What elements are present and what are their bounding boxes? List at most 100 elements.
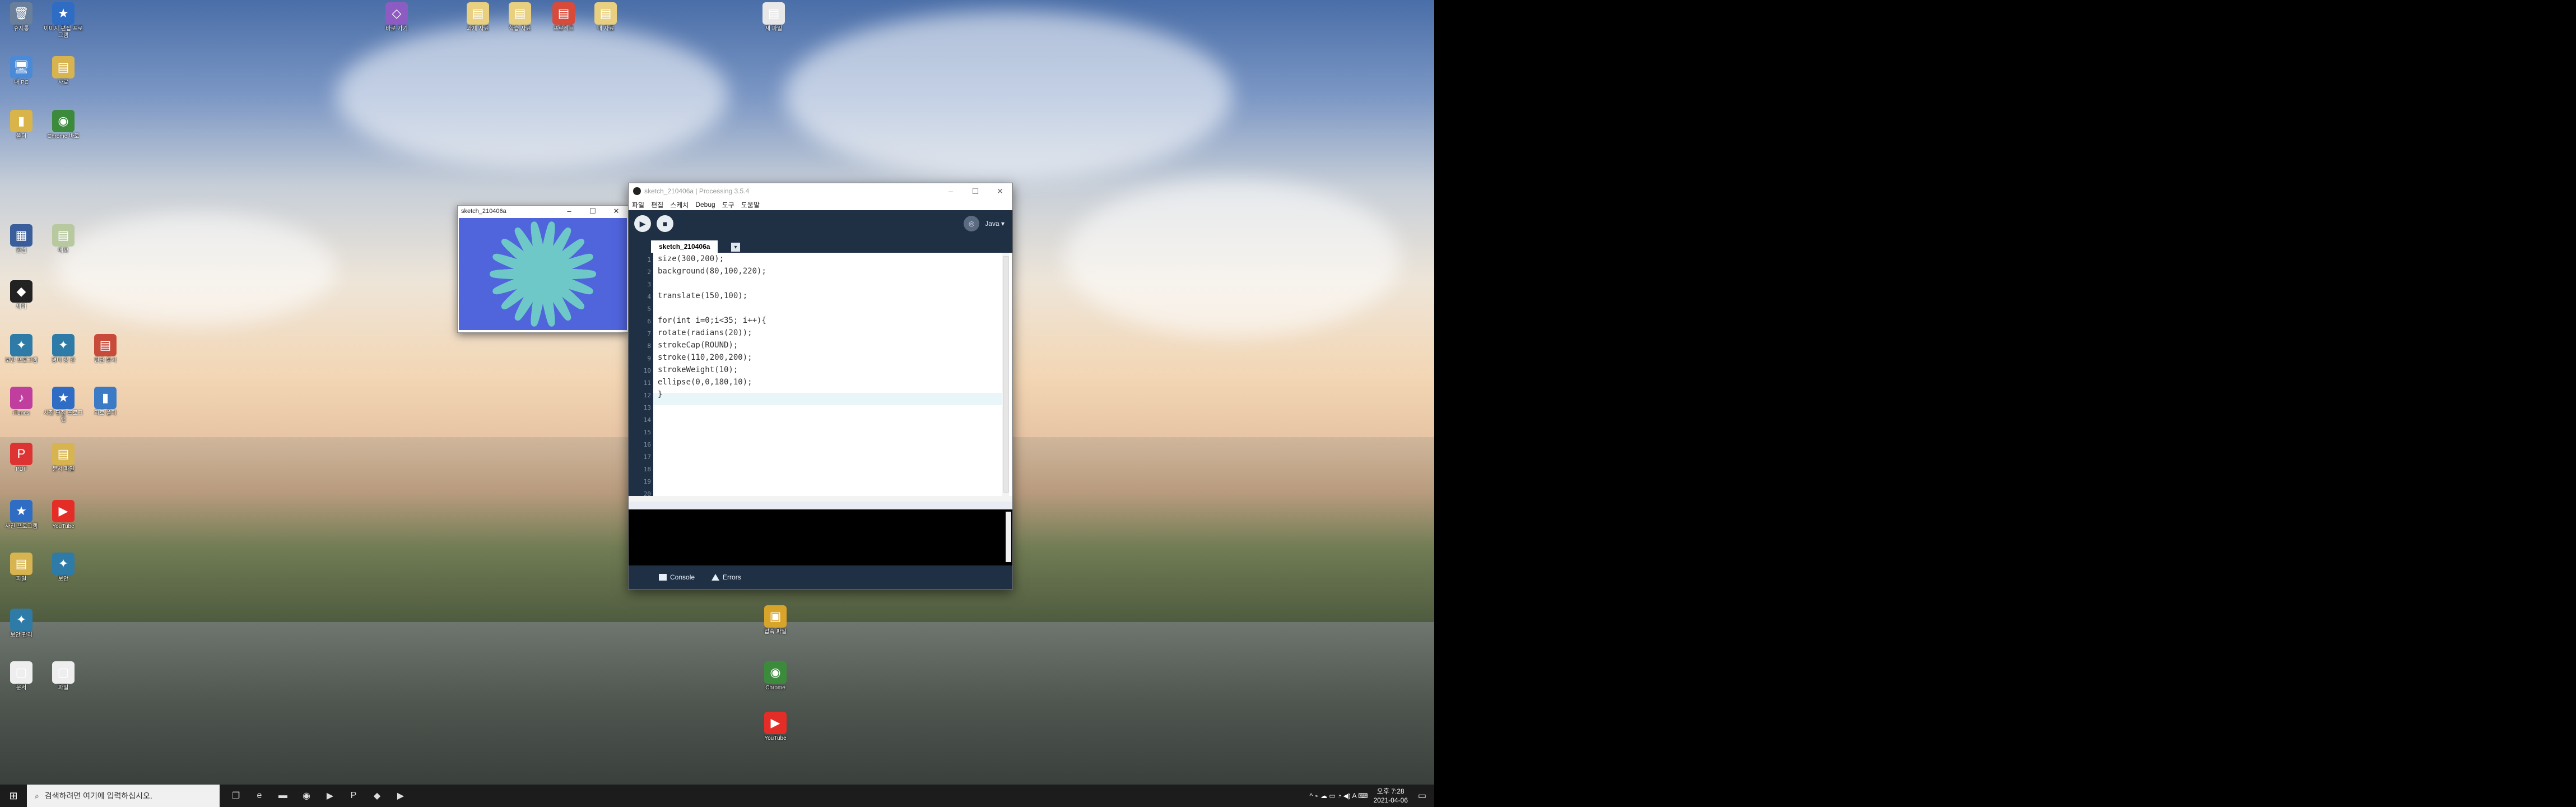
desktop-icon[interactable]: ★ 사진 프로그램 (0, 500, 43, 530)
sketch-window-titlebar[interactable]: sketch_210406a – ☐ ✕ (458, 206, 628, 217)
desktop-icon[interactable]: ▤ 학습 자료 (499, 2, 541, 33)
code-editor[interactable]: 1 2 3 4 5 6 7 8 9 10 11 12 13 14 15 16 17 18 19 20 size(300… (629, 253, 1012, 502)
desktop-icon[interactable]: ▶ YouTube (42, 500, 85, 530)
menu-tools[interactable]: 도구 (722, 200, 734, 210)
desktop-icon[interactable]: ▤ 내 자료 (584, 2, 627, 33)
desktop-icon[interactable]: ▤ 프로젝트 (542, 2, 585, 33)
desktop-icon[interactable]: ▤ 메모 (42, 224, 85, 254)
desktop-icon[interactable]: ◆ 제이 (0, 280, 43, 310)
desktop-icon[interactable]: ▤ 한글 문서 (84, 334, 127, 364)
clock[interactable]: 오후 7:28 2021-04-06 (1373, 787, 1407, 805)
sketch-output-window[interactable]: sketch_210406a – ☐ ✕ (457, 205, 629, 333)
tray-icons[interactable]: ^ ⌁ ☁ ▭ ◔ ◀) A ⌨ (1309, 792, 1368, 800)
desktop-icon[interactable]: ◇ 바로 가기 (375, 2, 418, 33)
desktop-icon[interactable]: ▢ 파일 (42, 661, 85, 692)
mode-selector[interactable]: Java ▾ (985, 220, 1005, 228)
processing-icon[interactable]: ▶ (392, 787, 409, 804)
ide-titlebar[interactable]: sketch_210406a | Processing 3.5.4 – ☐ ✕ (629, 183, 1012, 199)
edge-icon[interactable]: e (251, 787, 268, 804)
start-button[interactable]: ⊞ (0, 785, 27, 807)
notification-icon[interactable]: ▭ (1413, 790, 1431, 801)
code-line[interactable]: translate(150,100); (658, 290, 747, 302)
menu-edit[interactable]: 편집 (651, 200, 663, 210)
desktop-icon[interactable]: ✦ 보안 프로그램 (0, 334, 43, 364)
desktop-icon-label: YouTube (764, 735, 787, 741)
code-line[interactable]: for(int i=0;i<35; i++){ (658, 314, 766, 327)
ide-close-button[interactable]: ✕ (988, 187, 1012, 196)
console-scrollbar[interactable] (1006, 512, 1011, 562)
menu-debug[interactable]: Debug (695, 201, 715, 208)
desktop-icon[interactable]: ★ 사진 편집 프로그램 (42, 387, 85, 424)
desktop-icon[interactable]: ✦ 경비 장 관 (42, 334, 85, 364)
maximize-button[interactable]: ☐ (581, 207, 605, 216)
chrome-icon[interactable]: ◉ (298, 787, 315, 804)
errors-tab[interactable]: Errors (712, 573, 741, 581)
stop-button[interactable]: ■ (657, 215, 673, 232)
desktop-icon-glyph: ✦ (10, 609, 32, 631)
menu-sketch[interactable]: 스케치 (670, 200, 689, 210)
tab-sketch[interactable]: sketch_210406a (651, 240, 718, 253)
desktop-icon-glyph: ◇ (385, 2, 408, 25)
code-line[interactable]: } (658, 388, 662, 401)
code-line[interactable]: rotate(radians(20)); (658, 327, 752, 339)
scrollbar-thumb[interactable] (1003, 256, 1009, 493)
task-view-icon[interactable]: ❐ (227, 787, 244, 804)
desktop-icon[interactable]: ▤ 문서 파일 (42, 443, 85, 473)
desktop-icon[interactable]: 🗑 휴지통 (0, 2, 43, 33)
desktop-icon[interactable]: ▤ 새 파일 (752, 2, 795, 33)
ide-minimize-button[interactable]: – (938, 187, 963, 196)
desktop-icon[interactable]: ◉ Chrome 바로 (42, 110, 85, 140)
menu-help[interactable]: 도움말 (741, 200, 760, 210)
desktop-icon-label: 자료 (58, 80, 69, 86)
desktop-icon[interactable]: ◉ Chrome (754, 661, 797, 692)
desktop-icon[interactable]: P PDF (0, 443, 43, 473)
close-button[interactable]: ✕ (605, 207, 628, 216)
desktop-icon[interactable]: ♪ iTunes (0, 387, 43, 417)
code-line[interactable]: strokeWeight(10); (658, 364, 738, 376)
code-line[interactable]: strokeCap(ROUND); (658, 339, 738, 351)
desktop-icon[interactable]: ✦ 보안 (42, 553, 85, 583)
line-number: 7 (647, 330, 651, 337)
menu-file[interactable]: 파일 (632, 200, 644, 210)
desktop-icon-label: 보안 (58, 576, 69, 582)
editor-vertical-scrollbar[interactable] (1002, 253, 1009, 502)
current-line-highlight (653, 393, 1002, 405)
debug-button[interactable]: ◎ (964, 216, 980, 231)
code-line[interactable]: stroke(110,200,200); (658, 351, 752, 364)
console-divider[interactable] (629, 502, 1012, 509)
code-line[interactable]: ellipse(0,0,180,10); (658, 376, 752, 388)
desktop-icon-label: 과제 자료 (467, 26, 489, 32)
desktop-icon[interactable]: ✦ 보안 관리 (0, 609, 43, 639)
desktop-icon[interactable]: 🖥 내 PC (0, 56, 43, 86)
console-tab[interactable]: Console (659, 573, 695, 581)
desktop-icon[interactable]: ★ 이미지 편집 프로그램 (42, 2, 85, 39)
line-number: 8 (647, 342, 651, 350)
file-explorer-icon[interactable]: ▬ (275, 787, 291, 804)
app-icon[interactable]: ◆ (369, 787, 385, 804)
processing-ide-window[interactable]: sketch_210406a | Processing 3.5.4 – ☐ ✕ … (628, 183, 1013, 590)
editor-horizontal-scrollbar[interactable] (629, 496, 1012, 502)
desktop-icon[interactable]: ▣ 압축 파일 (754, 605, 797, 636)
minimize-button[interactable]: – (557, 207, 581, 216)
youtube-icon[interactable]: ▶ (322, 787, 338, 804)
desktop-icon[interactable]: ▮ 폴더 (0, 110, 43, 140)
desktop-icon[interactable]: ▦ 한셀 (0, 224, 43, 254)
tab-menu-button[interactable]: ▾ (731, 243, 740, 252)
desktop-icon[interactable]: ▤ 자료 (42, 56, 85, 86)
desktop-icon[interactable]: ▤ 과제 자료 (457, 2, 499, 33)
search-box[interactable]: ⌕ 검색하려면 여기에 입력하십시오. (27, 785, 220, 807)
desktop-icon[interactable]: ▢ 문서 (0, 661, 43, 692)
desktop-icon-glyph: ▢ (52, 661, 75, 684)
desktop-icon[interactable]: ▤ 파일 (0, 553, 43, 583)
ide-maximize-button[interactable]: ☐ (963, 187, 988, 196)
desktop-icon[interactable]: ▶ YouTube (754, 712, 797, 742)
desktop-icon-glyph: 🖥 (10, 56, 32, 78)
processing-logo-icon (633, 187, 641, 195)
desktop-icon[interactable]: ▮ 자료 폴더 (84, 387, 127, 417)
code-line[interactable]: size(300,200); (658, 253, 724, 265)
run-button[interactable]: ▶ (634, 215, 651, 232)
code-line[interactable]: background(80,100,220); (658, 265, 766, 277)
ide-title: sketch_210406a | Processing 3.5.4 (644, 187, 750, 195)
desktop-icon-label: 자료 폴더 (94, 410, 117, 416)
powerpoint-icon[interactable]: P (345, 787, 362, 804)
